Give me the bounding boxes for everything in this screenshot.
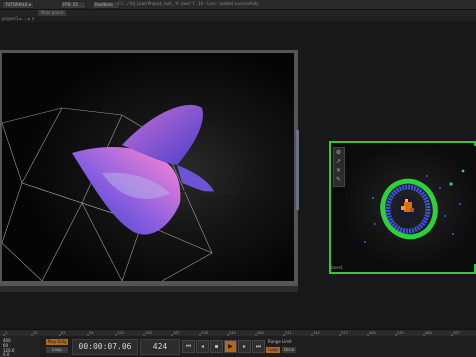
render-scene <box>2 53 294 281</box>
render-viewer-node[interactable] <box>0 50 298 286</box>
pin-icon[interactable]: ↗ <box>335 158 342 165</box>
loop-button[interactable]: Loop <box>46 347 68 353</box>
ruler-tick-label: 373 <box>341 331 348 335</box>
node-label: base1 <box>331 265 344 270</box>
fps-display: FPS: 55 <box>60 1 86 9</box>
viewer-footer <box>0 286 298 292</box>
ruler-tick-label: 497 <box>453 331 460 335</box>
ruler-tick-label: 94 <box>89 331 94 335</box>
rewind-start-icon[interactable]: ⏮ <box>182 340 195 353</box>
render-viewport[interactable] <box>2 53 294 281</box>
ruler-tick-label: 342 <box>313 331 320 335</box>
range-limit-label: Range Limit <box>268 339 292 344</box>
realtime-toggle[interactable]: Realtime <box>92 1 120 9</box>
ruler-tick-label: 32 <box>33 331 37 335</box>
tutorials-menu[interactable]: TUTORIALS ▾ <box>2 1 34 9</box>
timecode-display[interactable]: 00:00:07.06 <box>72 339 138 355</box>
forward-end-icon[interactable]: ⏭ <box>252 340 265 353</box>
range-loop-button[interactable]: Loop <box>266 347 280 353</box>
stop-icon[interactable]: ▪ <box>210 340 223 353</box>
play-mode-button[interactable]: Play Only <box>46 339 68 345</box>
ruler-tick-label: 249 <box>229 331 236 335</box>
node-toolbar: ⚙ ↗ ✕ ✎ <box>333 147 345 187</box>
frame-field[interactable]: 424 <box>140 339 180 355</box>
ruler-tick-label: 466 <box>425 331 432 335</box>
play-icon[interactable]: ▶ <box>224 340 237 353</box>
viewer-resize-handle[interactable] <box>296 130 299 210</box>
ruler-tick-label: 311 <box>285 331 292 335</box>
ruler-tick-label: 435 <box>397 331 404 335</box>
ruler-tick-label: 63 <box>61 331 65 335</box>
particle-viewport[interactable] <box>345 146 476 264</box>
stats-panel: 400 60 120.0 0.0 <box>0 336 40 357</box>
ruler-tick-label: 280 <box>257 331 264 335</box>
close-icon[interactable]: ✕ <box>335 167 342 174</box>
status-info: C:/.../ 04_Load Project, last_ 'A' Geo? … <box>118 1 259 6</box>
ruler-tick-label: 156 <box>145 331 152 335</box>
step-forward-icon[interactable]: ▸ <box>238 340 251 353</box>
particle-scene <box>345 146 476 264</box>
settings-icon[interactable]: ⚙ <box>335 149 342 156</box>
range-once-button[interactable]: Once <box>282 347 296 353</box>
ruler-tick-label: 1 <box>5 331 7 335</box>
edit-icon[interactable]: ✎ <box>335 176 342 183</box>
stat-value: 0.0 <box>3 352 10 357</box>
ruler-tick-label: 404 <box>369 331 376 335</box>
ruler-tick-label: 187 <box>173 331 180 335</box>
ruler-tick-label: 125 <box>117 331 124 335</box>
ruler-tick-label: 218 <box>201 331 208 335</box>
title-bar: TUTORIALS ▾ FPS: 55 Realtime C:/.../ 04_… <box>0 0 476 10</box>
step-back-icon[interactable]: ◂ <box>196 340 209 353</box>
